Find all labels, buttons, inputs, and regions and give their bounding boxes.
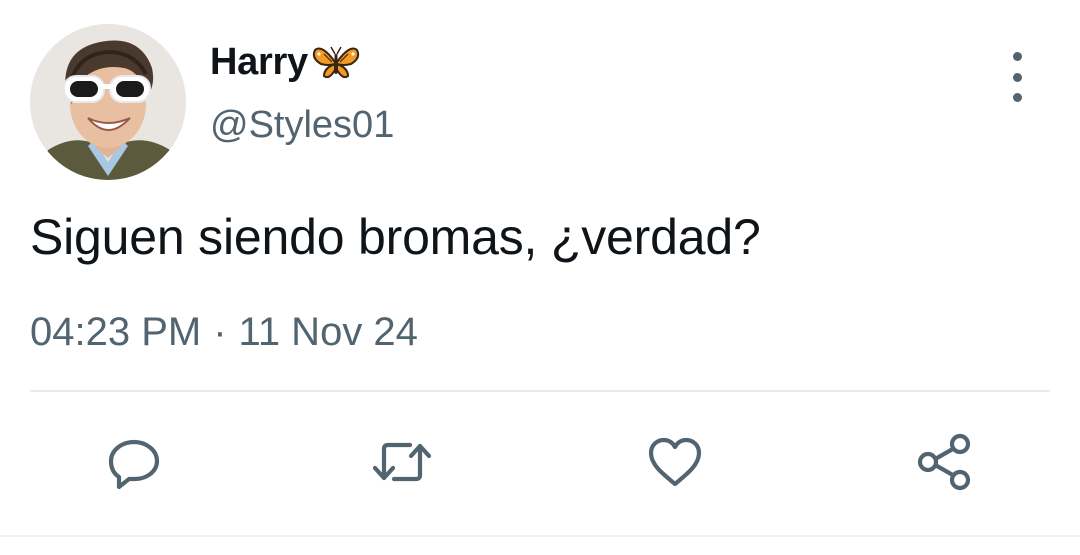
more-dot <box>1012 72 1022 82</box>
share-icon <box>917 433 971 491</box>
retweet-icon <box>372 442 432 482</box>
more-dot <box>1012 93 1022 102</box>
reply-button[interactable] <box>102 430 166 494</box>
avatar[interactable] <box>30 24 186 180</box>
tweet-time: 04:23 PM <box>30 310 202 354</box>
more-options-button[interactable] <box>1002 52 1032 102</box>
butterfly-emoji-icon <box>312 42 360 82</box>
meta-separator: · <box>213 310 227 354</box>
retweet-button[interactable] <box>370 430 434 494</box>
heart-icon <box>648 437 702 487</box>
tweet-text: Siguen siendo bromas, ¿verdad? <box>30 209 761 265</box>
user-handle[interactable]: @Styles01 <box>210 104 394 147</box>
more-dot <box>1012 52 1022 61</box>
like-button[interactable] <box>643 430 707 494</box>
bottom-divider <box>0 535 1080 537</box>
action-bar <box>0 430 1080 494</box>
divider <box>30 390 1050 392</box>
display-name-row: Harry <box>210 38 360 86</box>
avatar-image <box>30 24 186 180</box>
share-button[interactable] <box>912 430 976 494</box>
reply-icon <box>108 439 160 490</box>
display-name[interactable]: Harry <box>210 41 308 84</box>
tweet-card: Harry @Styles01 Siguen siendo bromas, ¿v… <box>0 0 1080 555</box>
tweet-date: 11 Nov 24 <box>238 310 418 354</box>
tweet-timestamp[interactable]: 04:23 PM · 11 Nov 24 <box>30 310 418 355</box>
